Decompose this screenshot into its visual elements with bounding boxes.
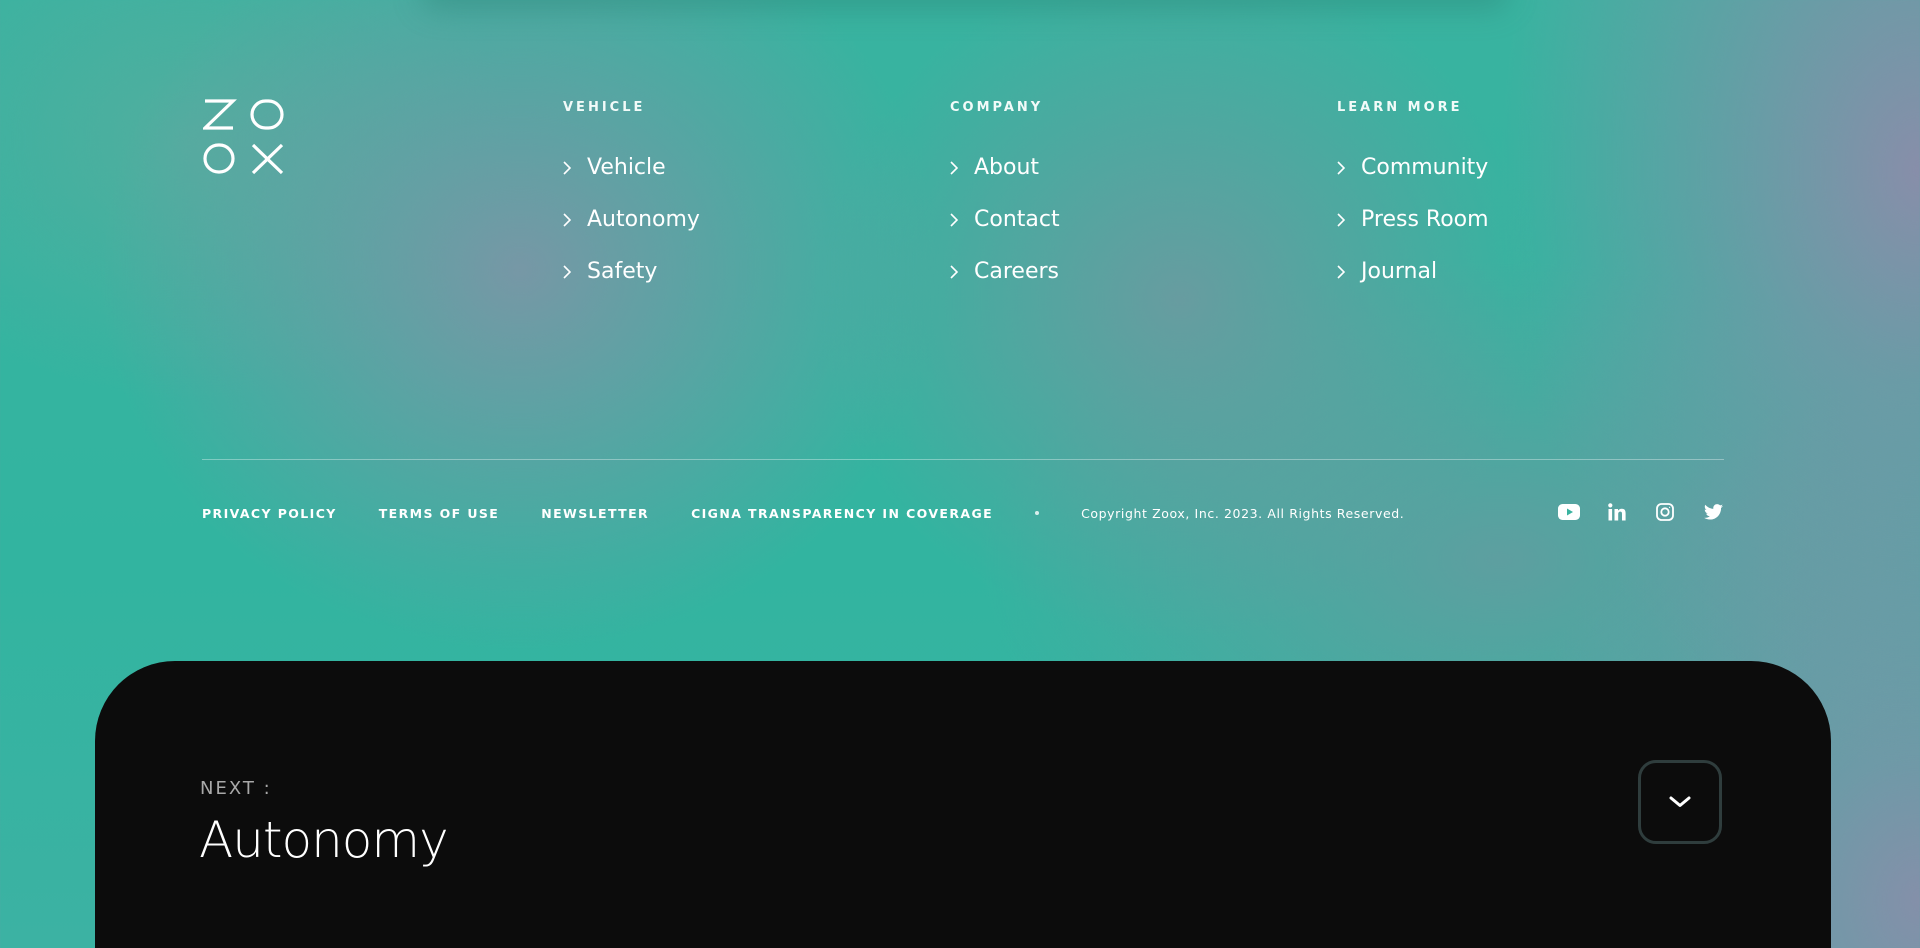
footer-link-label: About [974,155,1040,180]
footer-column-learn-more: LEARN MORE Community Press Room Journal [1337,100,1489,298]
chevron-right-icon [563,265,571,279]
next-page-title[interactable]: Autonomy [199,811,449,869]
chevron-right-icon [563,213,571,227]
footer-divider [202,459,1724,460]
footer-link-safety[interactable]: Safety [563,246,700,298]
footer-column-vehicle: VEHICLE Vehicle Autonomy Safety [563,100,700,298]
youtube-icon[interactable] [1557,500,1581,524]
column-heading-learn-more: LEARN MORE [1337,100,1463,115]
chevron-right-icon [1337,161,1345,175]
footer-link-community[interactable]: Community [1337,142,1489,194]
footer-link-label: Journal [1361,259,1438,284]
chevron-right-icon [1337,213,1345,227]
footer-link-careers[interactable]: Careers [950,246,1060,298]
instagram-icon[interactable] [1653,500,1677,524]
chevron-right-icon [950,213,958,227]
footer-link-vehicle[interactable]: Vehicle [563,142,700,194]
terms-of-use-link[interactable]: TERMS OF USE [379,506,500,521]
chevron-down-icon [1669,796,1691,807]
footer-link-contact[interactable]: Contact [950,194,1060,246]
footer-link-journal[interactable]: Journal [1337,246,1489,298]
footer-link-label: Vehicle [587,155,666,180]
footer-link-label: Careers [974,259,1059,284]
separator-dot [1035,511,1040,515]
footer-column-company: COMPANY About Contact Careers [950,100,1060,298]
footer-link-press-room[interactable]: Press Room [1337,194,1489,246]
top-panel-shadow [420,0,1510,10]
copyright-text: Copyright Zoox, Inc. 2023. All Rights Re… [1081,505,1405,521]
chevron-right-icon [950,265,958,279]
zoox-logo[interactable] [203,98,285,175]
social-links [1533,500,1725,524]
footer-link-label: Press Room [1361,207,1489,232]
next-label: NEXT : [200,778,272,799]
column-heading-company: COMPANY [950,100,1044,115]
chevron-right-icon [950,161,958,175]
column-heading-vehicle: VEHICLE [563,100,646,115]
next-page-panel: NEXT : Autonomy [95,661,1831,948]
cigna-transparency-link[interactable]: CIGNA TRANSPARENCY IN COVERAGE [691,506,993,521]
footer-link-label: Community [1361,155,1489,180]
chevron-right-icon [1337,265,1345,279]
next-scroll-button[interactable] [1638,760,1722,844]
footer-link-label: Contact [974,207,1060,232]
footer-link-autonomy[interactable]: Autonomy [563,194,700,246]
footer-link-about[interactable]: About [950,142,1060,194]
privacy-policy-link[interactable]: PRIVACY POLICY [202,506,337,521]
legal-bar: PRIVACY POLICY TERMS OF USE NEWSLETTER C… [202,505,1404,521]
footer-link-label: Autonomy [587,207,700,232]
twitter-icon[interactable] [1701,500,1725,524]
chevron-right-icon [563,161,571,175]
linkedin-icon[interactable] [1605,500,1629,524]
newsletter-link[interactable]: NEWSLETTER [541,506,649,521]
footer-link-label: Safety [587,259,658,284]
